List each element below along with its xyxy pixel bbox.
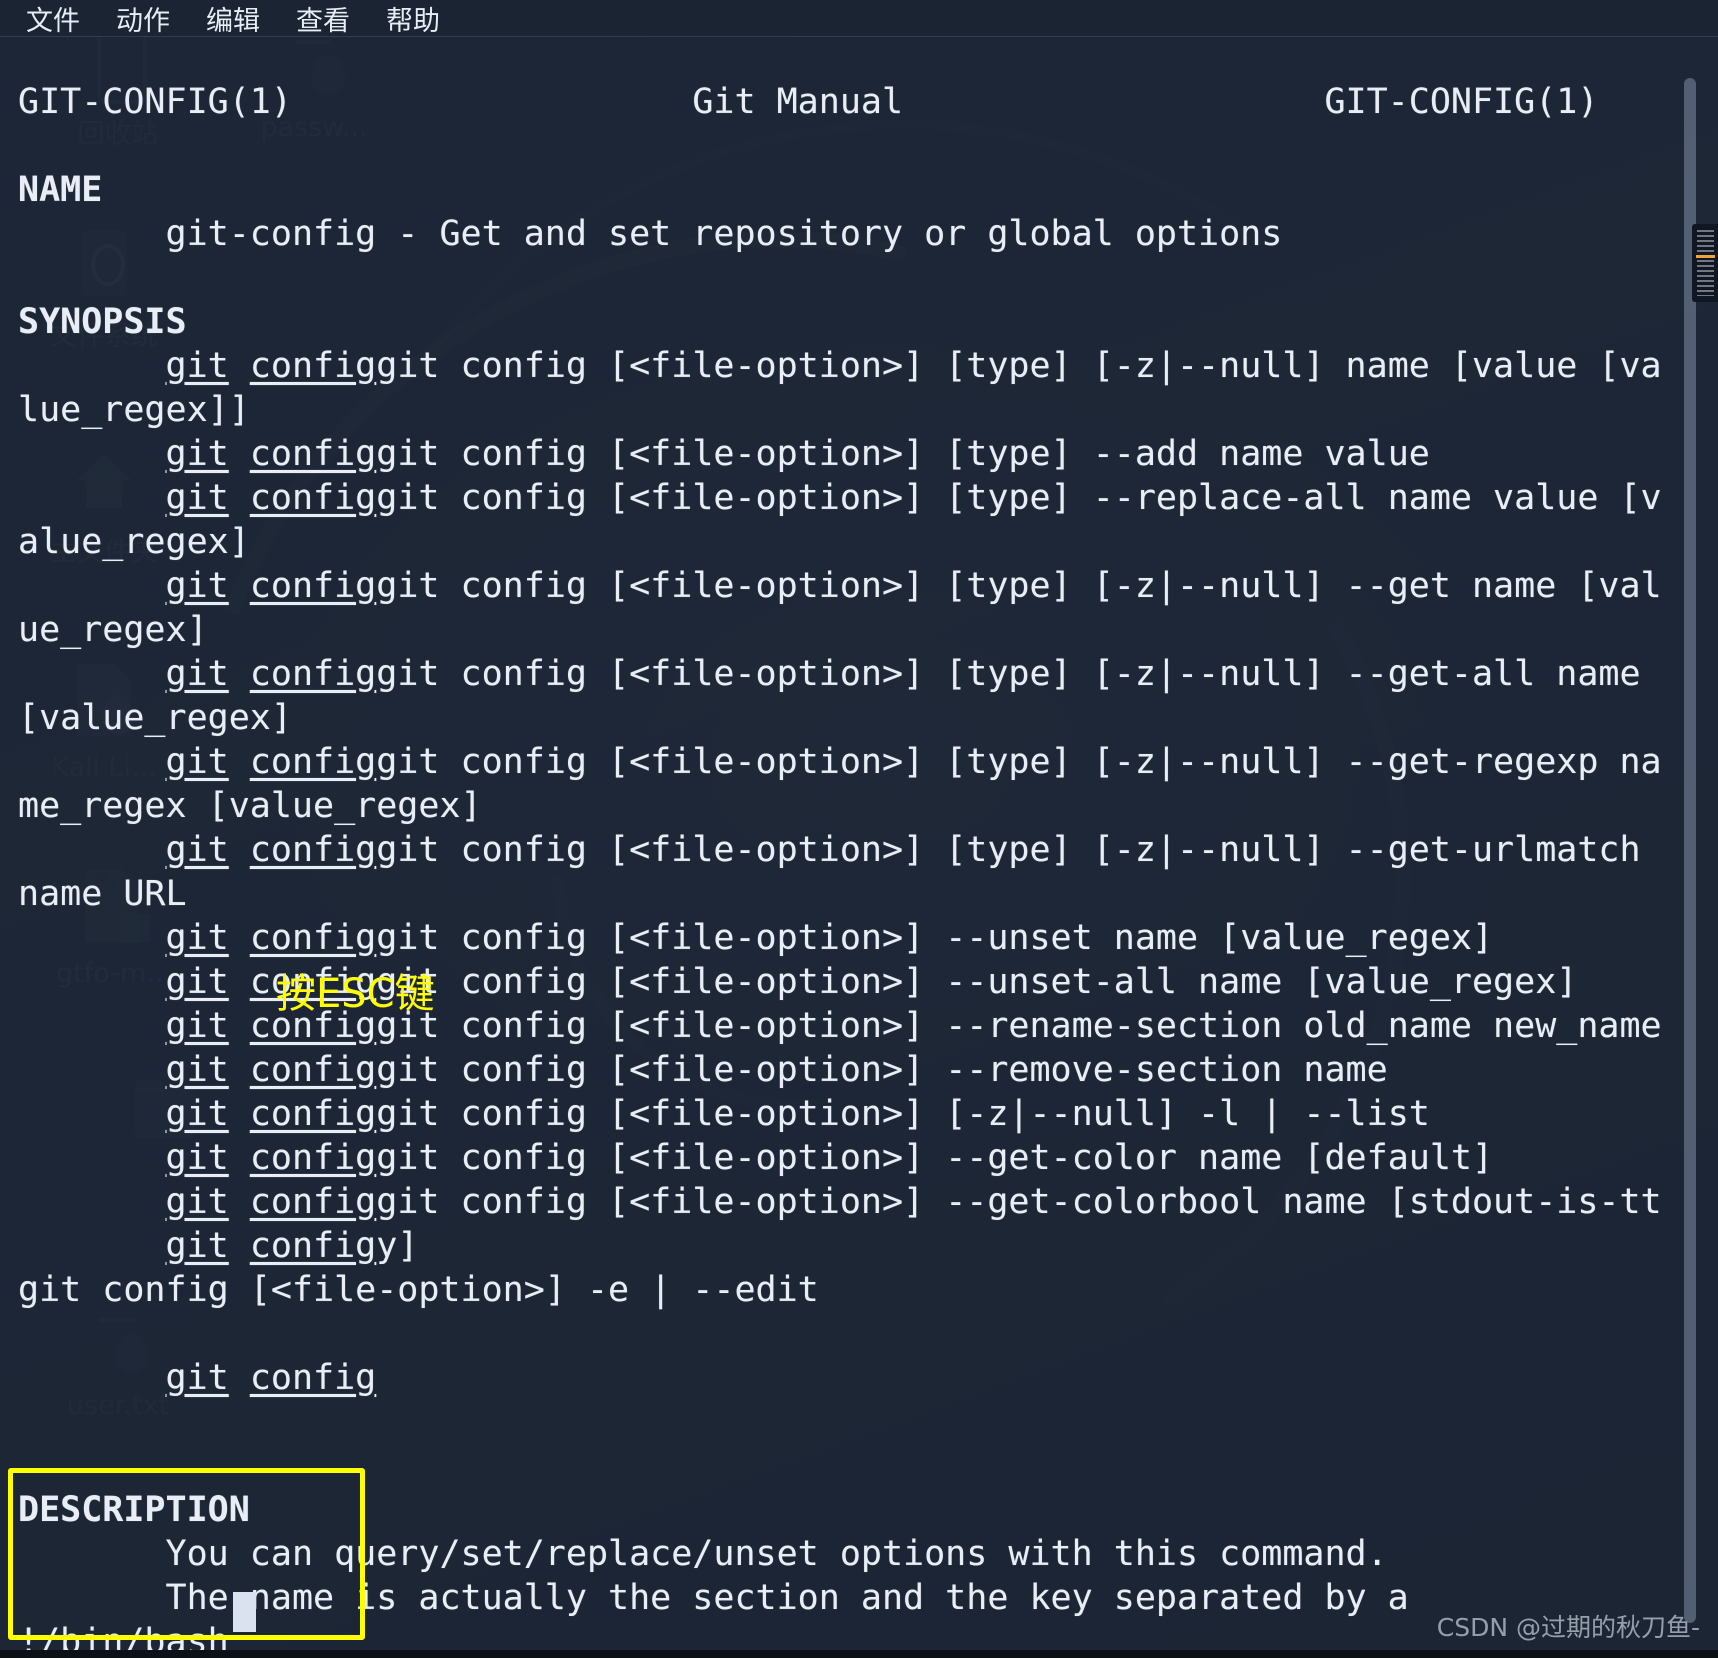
cmd-git: git: [165, 1050, 229, 1090]
cmd-config: config: [249, 1182, 377, 1222]
cmd-git: git: [165, 654, 229, 694]
man-header-left: GIT-CONFIG(1): [18, 82, 292, 122]
cmd-config: config: [249, 346, 377, 386]
menu-help[interactable]: 帮助: [386, 0, 440, 38]
synopsis-line: git config [<file-option>] --get-color n…: [376, 1138, 1494, 1178]
terminal-window: 文件 动作 编辑 查看 帮助 GIT-CONFIG(1) Git Manual …: [0, 0, 1718, 1658]
synopsis-line: y]: [376, 1226, 419, 1266]
scrollbar-thumb[interactable]: [1684, 78, 1696, 1623]
cmd-git: git: [165, 1182, 229, 1222]
cmd-config: config: [249, 918, 377, 958]
synopsis-line: git config [<file-option>] --remove-sect…: [376, 1050, 1388, 1090]
synopsis-line: git config [<file-option>] [type] [-z|--…: [376, 566, 1662, 606]
synopsis-line: git config [<file-option>] [type] --repl…: [376, 478, 1662, 518]
synopsis-line: git config [<file-option>] --unset name …: [376, 918, 1494, 958]
synopsis-line: lue_regex]]: [18, 390, 250, 430]
synopsis-line: git config [<file-option>] --rename-sect…: [376, 1006, 1662, 1046]
vertical-scrollbar[interactable]: [1684, 78, 1696, 1638]
synopsis-line: git config [<file-option>] [type] [-z|--…: [376, 654, 1641, 694]
man-name-body: git-config - Get and set repository or g…: [165, 214, 1283, 254]
cmd-config: config: [249, 478, 377, 518]
menu-actions[interactable]: 动作: [116, 0, 170, 38]
cmd-git: git: [165, 566, 229, 606]
cmd-config: config: [249, 566, 377, 606]
cmd-config: config: [249, 1050, 377, 1090]
cmd-config: config: [249, 830, 377, 870]
synopsis-line: git config [<file-option>] [type] [-z|--…: [376, 346, 1662, 386]
cmd-config: config: [249, 1226, 377, 1266]
menu-edit[interactable]: 编辑: [206, 0, 260, 38]
synopsis-line: me_regex [value_regex]: [18, 786, 482, 826]
synopsis-line: ue_regex]: [18, 610, 208, 650]
cmd-git: git: [165, 918, 229, 958]
cmd-git: git: [165, 830, 229, 870]
cmd-git: git: [165, 962, 229, 1002]
menu-bar: 文件 动作 编辑 查看 帮助: [0, 0, 1718, 38]
menu-view[interactable]: 查看: [296, 0, 350, 38]
cmd-config: config: [249, 654, 377, 694]
text-cursor: [233, 1592, 256, 1632]
cmd-git: git: [165, 346, 229, 386]
window-bottom-edge: [0, 1650, 1718, 1658]
cmd-config: config: [249, 1358, 377, 1398]
edge-panel-widget[interactable]: [1692, 224, 1718, 302]
cmd-git: git: [165, 1226, 229, 1266]
synopsis-line: git config [<file-option>] --unset-all n…: [376, 962, 1578, 1002]
menu-file[interactable]: 文件: [26, 0, 80, 38]
screen: 回收站 passw... 文件系统 主文件夹 Kali Li... gtfo-m…: [0, 0, 1718, 1658]
synopsis-line: name URL: [18, 874, 187, 914]
description-line: You can query/set/replace/unset options …: [165, 1534, 1388, 1574]
cmd-git: git: [165, 1138, 229, 1178]
cmd-git: git: [165, 742, 229, 782]
cmd-config: config: [249, 1138, 377, 1178]
synopsis-line: alue_regex]: [18, 522, 250, 562]
annotation-press-esc: 按ESC键: [276, 971, 435, 1017]
synopsis-line: git config [<file-option>] [type] [-z|--…: [376, 742, 1662, 782]
equalizer-icon: [1697, 230, 1714, 296]
man-section-name-heading: NAME: [18, 170, 103, 210]
cmd-git: git: [165, 434, 229, 474]
description-line: The name is actually the section and the…: [165, 1578, 1409, 1618]
accent-line-icon: [1696, 255, 1715, 258]
man-section-description-heading: DESCRIPTION: [18, 1490, 250, 1530]
synopsis-line: [value_regex]: [18, 698, 292, 738]
cmd-config: config: [249, 1094, 377, 1134]
synopsis-line: git config [<file-option>] [type] [-z|--…: [376, 830, 1641, 870]
man-section-synopsis-heading: SYNOPSIS: [18, 302, 187, 342]
cmd-git: git: [165, 1094, 229, 1134]
man-header-right: GIT-CONFIG(1): [1324, 82, 1599, 122]
cmd-git: git: [165, 478, 229, 518]
man-page-content: GIT-CONFIG(1) Git Manual GIT-CONFIG(1) N…: [0, 36, 1718, 1658]
cmd-config: config: [249, 434, 377, 474]
synopsis-line: git config [<file-option>] [-z|--null] -…: [376, 1094, 1430, 1134]
synopsis-line: git config [<file-option>] -e | --edit: [18, 1270, 819, 1310]
terminal-output-area[interactable]: GIT-CONFIG(1) Git Manual GIT-CONFIG(1) N…: [0, 36, 1718, 1658]
cmd-git: git: [165, 1358, 229, 1398]
synopsis-line: git config [<file-option>] [type] --add …: [376, 434, 1430, 474]
watermark: CSDN @过期的秋刀鱼-: [1436, 1613, 1700, 1642]
synopsis-line: git config [<file-option>] --get-colorbo…: [376, 1182, 1662, 1222]
cmd-config: config: [249, 742, 377, 782]
man-header-center: Git Manual: [692, 82, 904, 122]
cmd-git: git: [165, 1006, 229, 1046]
